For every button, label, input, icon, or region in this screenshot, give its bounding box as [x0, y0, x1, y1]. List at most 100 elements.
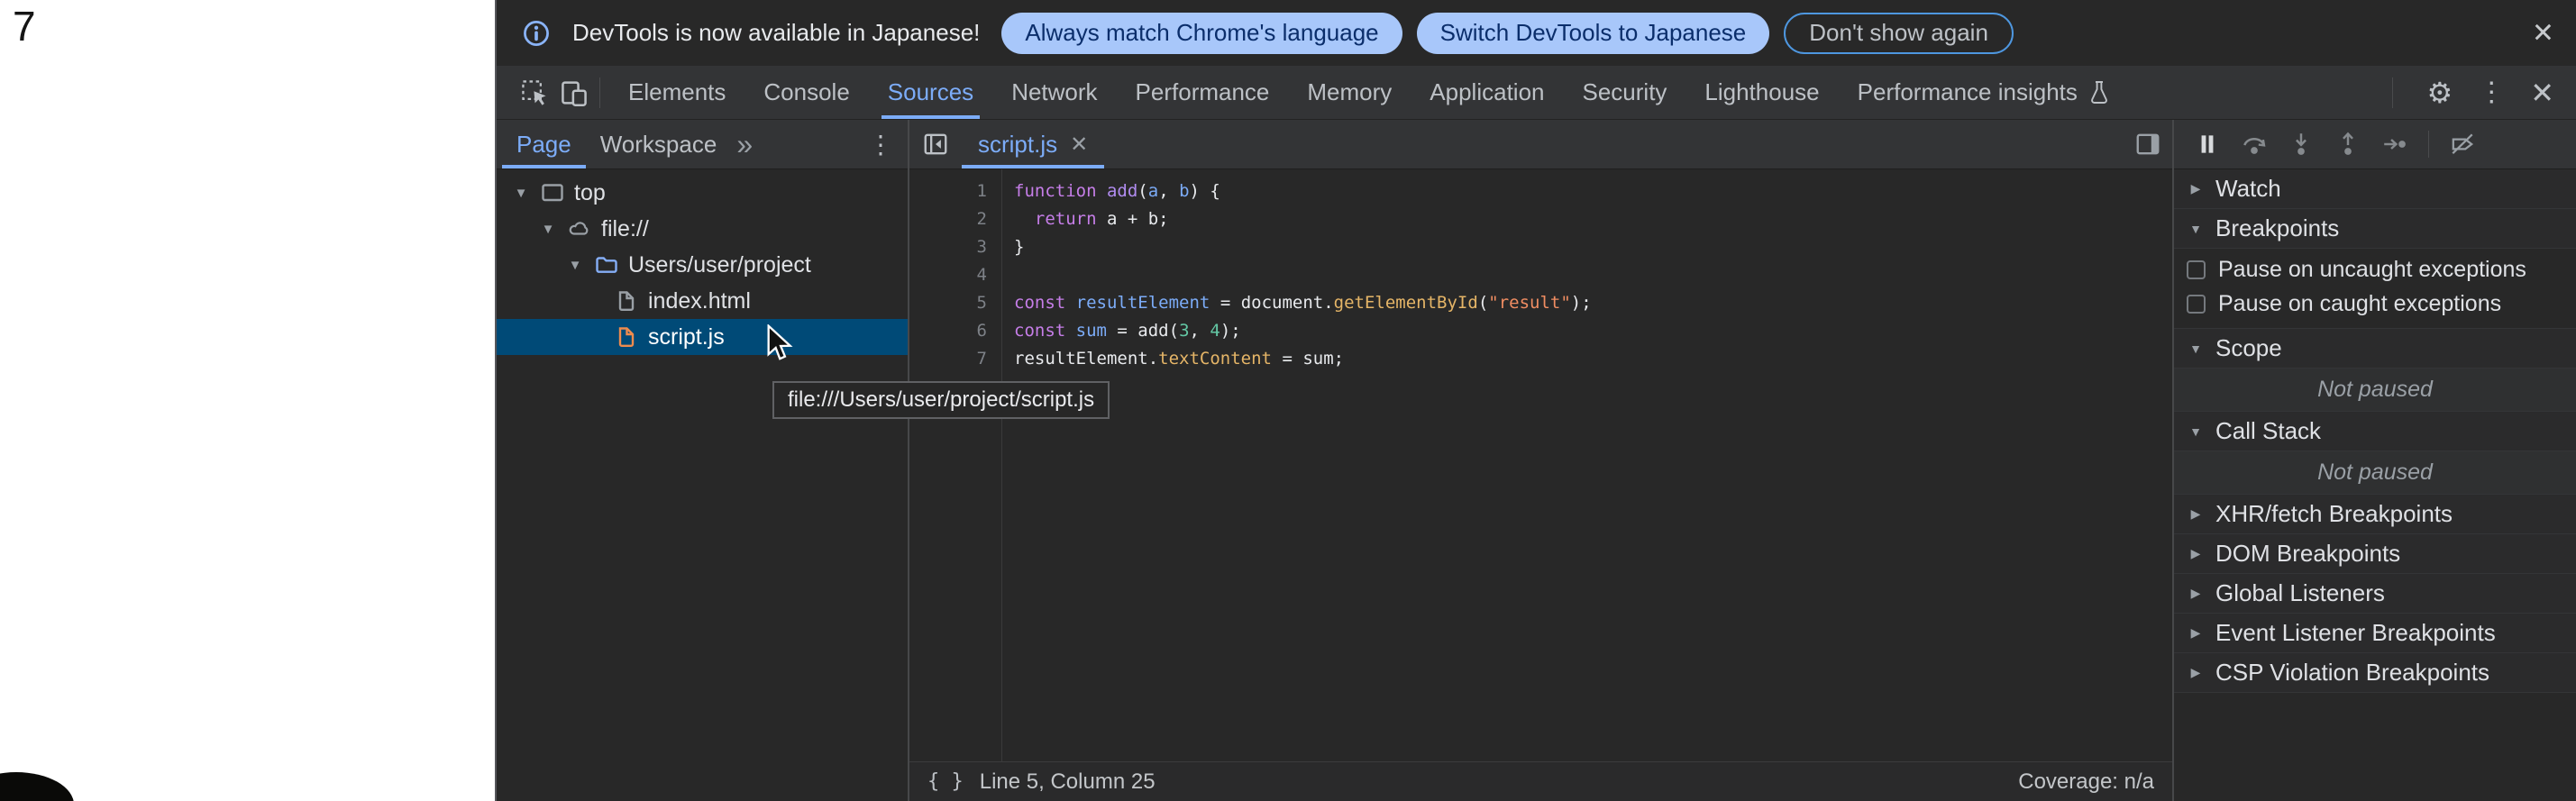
code-line[interactable]: const sum = add(3, 4); — [1014, 317, 1592, 345]
debugger-sidebar: ▶Watch ▼ Breakpoints Pause on uncaught exce… — [2174, 120, 2576, 801]
tree-item-users-user-project[interactable]: ▼Users/user/project — [497, 247, 908, 283]
tab-performance-insights[interactable]: Performance insights — [1839, 66, 2129, 119]
collapse-arrow-icon[interactable]: ▼ — [511, 186, 531, 201]
infobar-message: DevTools is now available in Japanese! — [572, 19, 980, 47]
code-token: = — [1210, 293, 1240, 313]
section-label: Breakpoints — [2215, 214, 2339, 242]
cloud-icon — [567, 216, 592, 241]
expand-arrow-icon[interactable]: ▶ — [2187, 181, 2205, 196]
more-tabs-icon[interactable]: » — [736, 128, 753, 161]
device-toolbar-icon[interactable] — [554, 73, 594, 113]
checkbox-unchecked[interactable] — [2187, 295, 2206, 314]
section-global-listeners[interactable]: ▶Global Listeners — [2174, 574, 2576, 614]
expand-arrow-icon[interactable]: ▶ — [2187, 665, 2205, 680]
switch-devtools-to-japanese-button[interactable]: Switch DevTools to Japanese — [1417, 13, 1770, 54]
line-number[interactable]: 1 — [909, 177, 987, 205]
step-into-icon[interactable] — [2288, 131, 2315, 158]
infobar-close-icon[interactable]: ✕ — [2532, 17, 2554, 49]
always-match-chrome-s-language-button[interactable]: Always match Chrome's language — [1001, 13, 1402, 54]
tab-memory[interactable]: Memory — [1288, 66, 1411, 119]
settings-gear-icon[interactable]: ⚙ — [2427, 78, 2453, 107]
tab-performance[interactable]: Performance — [1117, 66, 1289, 119]
section-breakpoints[interactable]: ▼ Breakpoints — [2174, 209, 2576, 249]
editor-tab-script-js[interactable]: script.js ✕ — [962, 120, 1104, 168]
navigator-tab-workspace[interactable]: Workspace — [586, 120, 732, 168]
line-number[interactable]: 6 — [909, 317, 987, 345]
line-number[interactable]: 7 — [909, 345, 987, 373]
main-toolbar: ElementsConsole Sources Network Performance… — [497, 66, 2576, 120]
section-dom-breakpoints[interactable]: ▶DOM Breakpoints — [2174, 534, 2576, 574]
tree-item-label: top — [574, 180, 606, 206]
hide-navigator-icon[interactable] — [922, 131, 949, 158]
section-call-stack[interactable]: ▼Call Stack — [2174, 412, 2576, 451]
section-event-listener-breakpoints[interactable]: ▶Event Listener Breakpoints — [2174, 614, 2576, 653]
line-number[interactable]: 5 — [909, 289, 987, 317]
code-token: , — [1190, 321, 1210, 341]
deactivate-breakpoints-icon[interactable] — [2449, 131, 2476, 158]
section-xhr-fetch-breakpoints[interactable]: ▶XHR/fetch Breakpoints — [2174, 495, 2576, 534]
hide-debugger-sidebar-icon[interactable] — [2134, 131, 2161, 158]
collapse-arrow-icon[interactable]: ▼ — [2187, 222, 2205, 236]
close-tab-icon[interactable]: ✕ — [1070, 132, 1088, 158]
section-watch[interactable]: ▶Watch — [2174, 169, 2576, 209]
tab-label: Sources — [888, 78, 973, 106]
step-out-icon[interactable] — [2334, 131, 2361, 158]
checkbox-row-pause-on-uncaught-exceptions[interactable]: Pause on uncaught exceptions — [2174, 252, 2576, 287]
inspect-icon[interactable] — [515, 73, 554, 113]
collapse-arrow-icon[interactable]: ▼ — [2187, 341, 2205, 356]
code-line[interactable]: function add(a, b) { — [1014, 177, 1592, 205]
step-icon[interactable] — [2381, 131, 2408, 158]
expand-arrow-icon[interactable]: ▶ — [2187, 625, 2205, 641]
pause-icon[interactable] — [2194, 131, 2221, 158]
expand-arrow-icon[interactable]: ▶ — [2187, 586, 2205, 601]
line-number-gutter[interactable]: 1234567 — [909, 169, 1002, 761]
code-token: 3 — [1179, 321, 1189, 341]
line-number[interactable]: 4 — [909, 261, 987, 289]
tab-sources[interactable]: Sources — [869, 66, 992, 119]
tab-network[interactable]: Network — [992, 66, 1116, 119]
section-scope[interactable]: ▼Scope — [2174, 329, 2576, 369]
tab-label: Application — [1430, 78, 1544, 106]
tree-item-index-html[interactable]: index.html — [497, 283, 908, 319]
coverage-status[interactable]: Coverage: n/a — [2018, 769, 2154, 795]
expand-arrow-icon[interactable]: ▶ — [2187, 546, 2205, 561]
line-number[interactable]: 3 — [909, 233, 987, 261]
mouse-cursor — [766, 324, 799, 362]
tab-console[interactable]: Console — [744, 66, 868, 119]
don-t-show-again-button[interactable]: Don't show again — [1784, 13, 2014, 54]
checkbox-label: Pause on caught exceptions — [2218, 291, 2501, 317]
tree-item-top[interactable]: ▼ top — [497, 175, 908, 211]
more-options-icon[interactable]: ⋮ — [2478, 79, 2505, 106]
step-over-icon[interactable] — [2241, 131, 2268, 158]
code-line[interactable]: resultElement.textContent = sum; — [1014, 345, 1592, 373]
code-editor[interactable]: 1234567 function add(a, b) { return a + … — [909, 169, 2172, 761]
collapse-arrow-icon[interactable]: ▼ — [538, 222, 558, 237]
checkbox-unchecked[interactable] — [2187, 260, 2206, 279]
tab-label: Performance — [1136, 78, 1270, 106]
expand-arrow-icon[interactable]: ▶ — [2187, 506, 2205, 522]
code-line[interactable]: return a + b; — [1014, 205, 1592, 233]
pretty-print-icon[interactable]: { } — [927, 770, 964, 793]
tab-lighthouse[interactable]: Lighthouse — [1685, 66, 1838, 119]
checkbox-row-pause-on-caught-exceptions[interactable]: Pause on caught exceptions — [2174, 287, 2576, 321]
code-line[interactable]: } — [1014, 233, 1592, 261]
tab-application[interactable]: Application — [1411, 66, 1563, 119]
tab-security[interactable]: Security — [1564, 66, 1686, 119]
code-content[interactable]: function add(a, b) { return a + b;}​cons… — [1002, 169, 1592, 761]
section-csp-violation-breakpoints[interactable]: ▶CSP Violation Breakpoints — [2174, 653, 2576, 693]
code-token: function — [1014, 181, 1097, 201]
code-line[interactable]: ​ — [1014, 261, 1592, 289]
tree-item-file[interactable]: ▼file:// — [497, 211, 908, 247]
navigator-tab-page[interactable]: Page — [502, 120, 586, 168]
editor-statusbar: { } Line 5, Column 25 Coverage: n/a — [909, 761, 2172, 801]
navigator-more-options-icon[interactable]: ⋮ — [868, 130, 893, 159]
tree-item-script-js[interactable]: script.js — [497, 319, 908, 355]
collapse-arrow-icon[interactable]: ▼ — [565, 258, 585, 273]
line-number[interactable]: 2 — [909, 205, 987, 233]
close-devtools-icon[interactable]: ✕ — [2530, 78, 2554, 107]
code-line[interactable]: const resultElement = document.getElemen… — [1014, 289, 1592, 317]
collapse-arrow-icon[interactable]: ▼ — [2187, 424, 2205, 439]
screenshot-stage: 7 DevTools is now available in Japanese!… — [0, 0, 2576, 801]
code-token: = sum; — [1272, 349, 1344, 369]
tab-elements[interactable]: Elements — [609, 66, 744, 119]
